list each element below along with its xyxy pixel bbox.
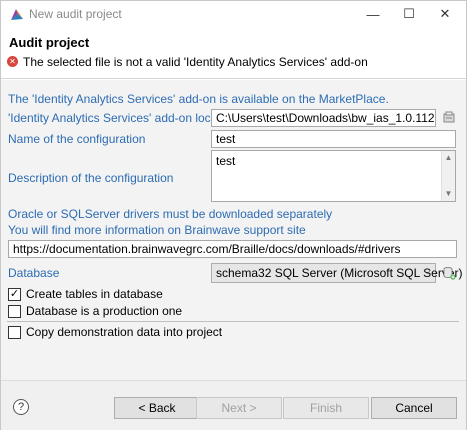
description-scrollbar[interactable]: ▲ ▼: [441, 151, 455, 201]
create-tables-label: Create tables in database: [26, 287, 163, 301]
next-button[interactable]: Next >: [196, 397, 282, 419]
config-description-text: test: [216, 154, 236, 168]
database-select[interactable]: schema32 SQL Server (Microsoft SQL Serve…: [211, 263, 463, 283]
add-database-icon[interactable]: [442, 266, 456, 280]
window-title: New audit project: [29, 7, 122, 21]
demo-data-check-box[interactable]: [8, 325, 21, 339]
production-db-label: Database is a production one: [26, 304, 183, 318]
app-logo-icon: [11, 9, 23, 20]
demo-data-checkbox[interactable]: Copy demonstration data into project: [8, 325, 222, 339]
marketplace-link[interactable]: The 'Identity Analytics Services' add-on…: [8, 92, 389, 106]
help-icon[interactable]: ?: [13, 399, 29, 415]
config-description-field[interactable]: test ▲ ▼: [211, 150, 456, 202]
drivers-info-line1: Oracle or SQLServer drivers must be down…: [8, 207, 333, 221]
page-title: Audit project: [9, 35, 90, 50]
error-icon: ✕: [7, 56, 18, 67]
separator: [7, 321, 459, 322]
drivers-info-line2[interactable]: You will find more information on Brainw…: [8, 223, 306, 237]
close-button[interactable]: ✕: [427, 1, 463, 27]
create-tables-checkbox[interactable]: ✓ Create tables in database: [8, 287, 163, 301]
browse-file-icon[interactable]: [442, 111, 456, 125]
title-bar: New audit project — ☐ ✕: [1, 1, 466, 27]
chevron-down-icon: ⌵: [423, 266, 431, 277]
addon-location-label: 'Identity Analytics Services' add-on loc…: [8, 111, 237, 125]
drivers-url-field[interactable]: https://documentation.brainwavegrc.com/B…: [8, 240, 457, 258]
config-name-field[interactable]: test: [211, 130, 456, 148]
create-tables-check-box[interactable]: ✓: [8, 287, 21, 301]
cancel-button[interactable]: Cancel: [371, 397, 457, 419]
back-button[interactable]: < Back: [114, 397, 200, 419]
wizard-content: The 'Identity Analytics Services' add-on…: [1, 80, 466, 380]
dialog-window: New audit project — ☐ ✕ Audit project ✕ …: [0, 0, 467, 430]
config-name-label: Name of the configuration: [8, 132, 146, 146]
wizard-footer: ? < Back Next > Finish Cancel: [1, 380, 466, 430]
production-db-check-box[interactable]: [8, 304, 21, 318]
scroll-up-icon[interactable]: ▲: [442, 151, 455, 165]
maximize-button[interactable]: ☐: [391, 1, 427, 27]
finish-button[interactable]: Finish: [283, 397, 369, 419]
error-message: The selected file is not a valid 'Identi…: [23, 55, 368, 69]
addon-location-field[interactable]: C:\Users\test\Downloads\bw_ias_1.0.112.f…: [211, 109, 436, 127]
wizard-header: Audit project ✕ The selected file is not…: [1, 27, 466, 79]
scroll-down-icon[interactable]: ▼: [442, 187, 455, 201]
database-label: Database: [8, 266, 60, 280]
production-db-checkbox[interactable]: Database is a production one: [8, 304, 182, 318]
demo-data-label: Copy demonstration data into project: [26, 325, 223, 339]
minimize-button[interactable]: —: [355, 1, 391, 27]
config-description-label: Description of the configuration: [8, 171, 174, 185]
